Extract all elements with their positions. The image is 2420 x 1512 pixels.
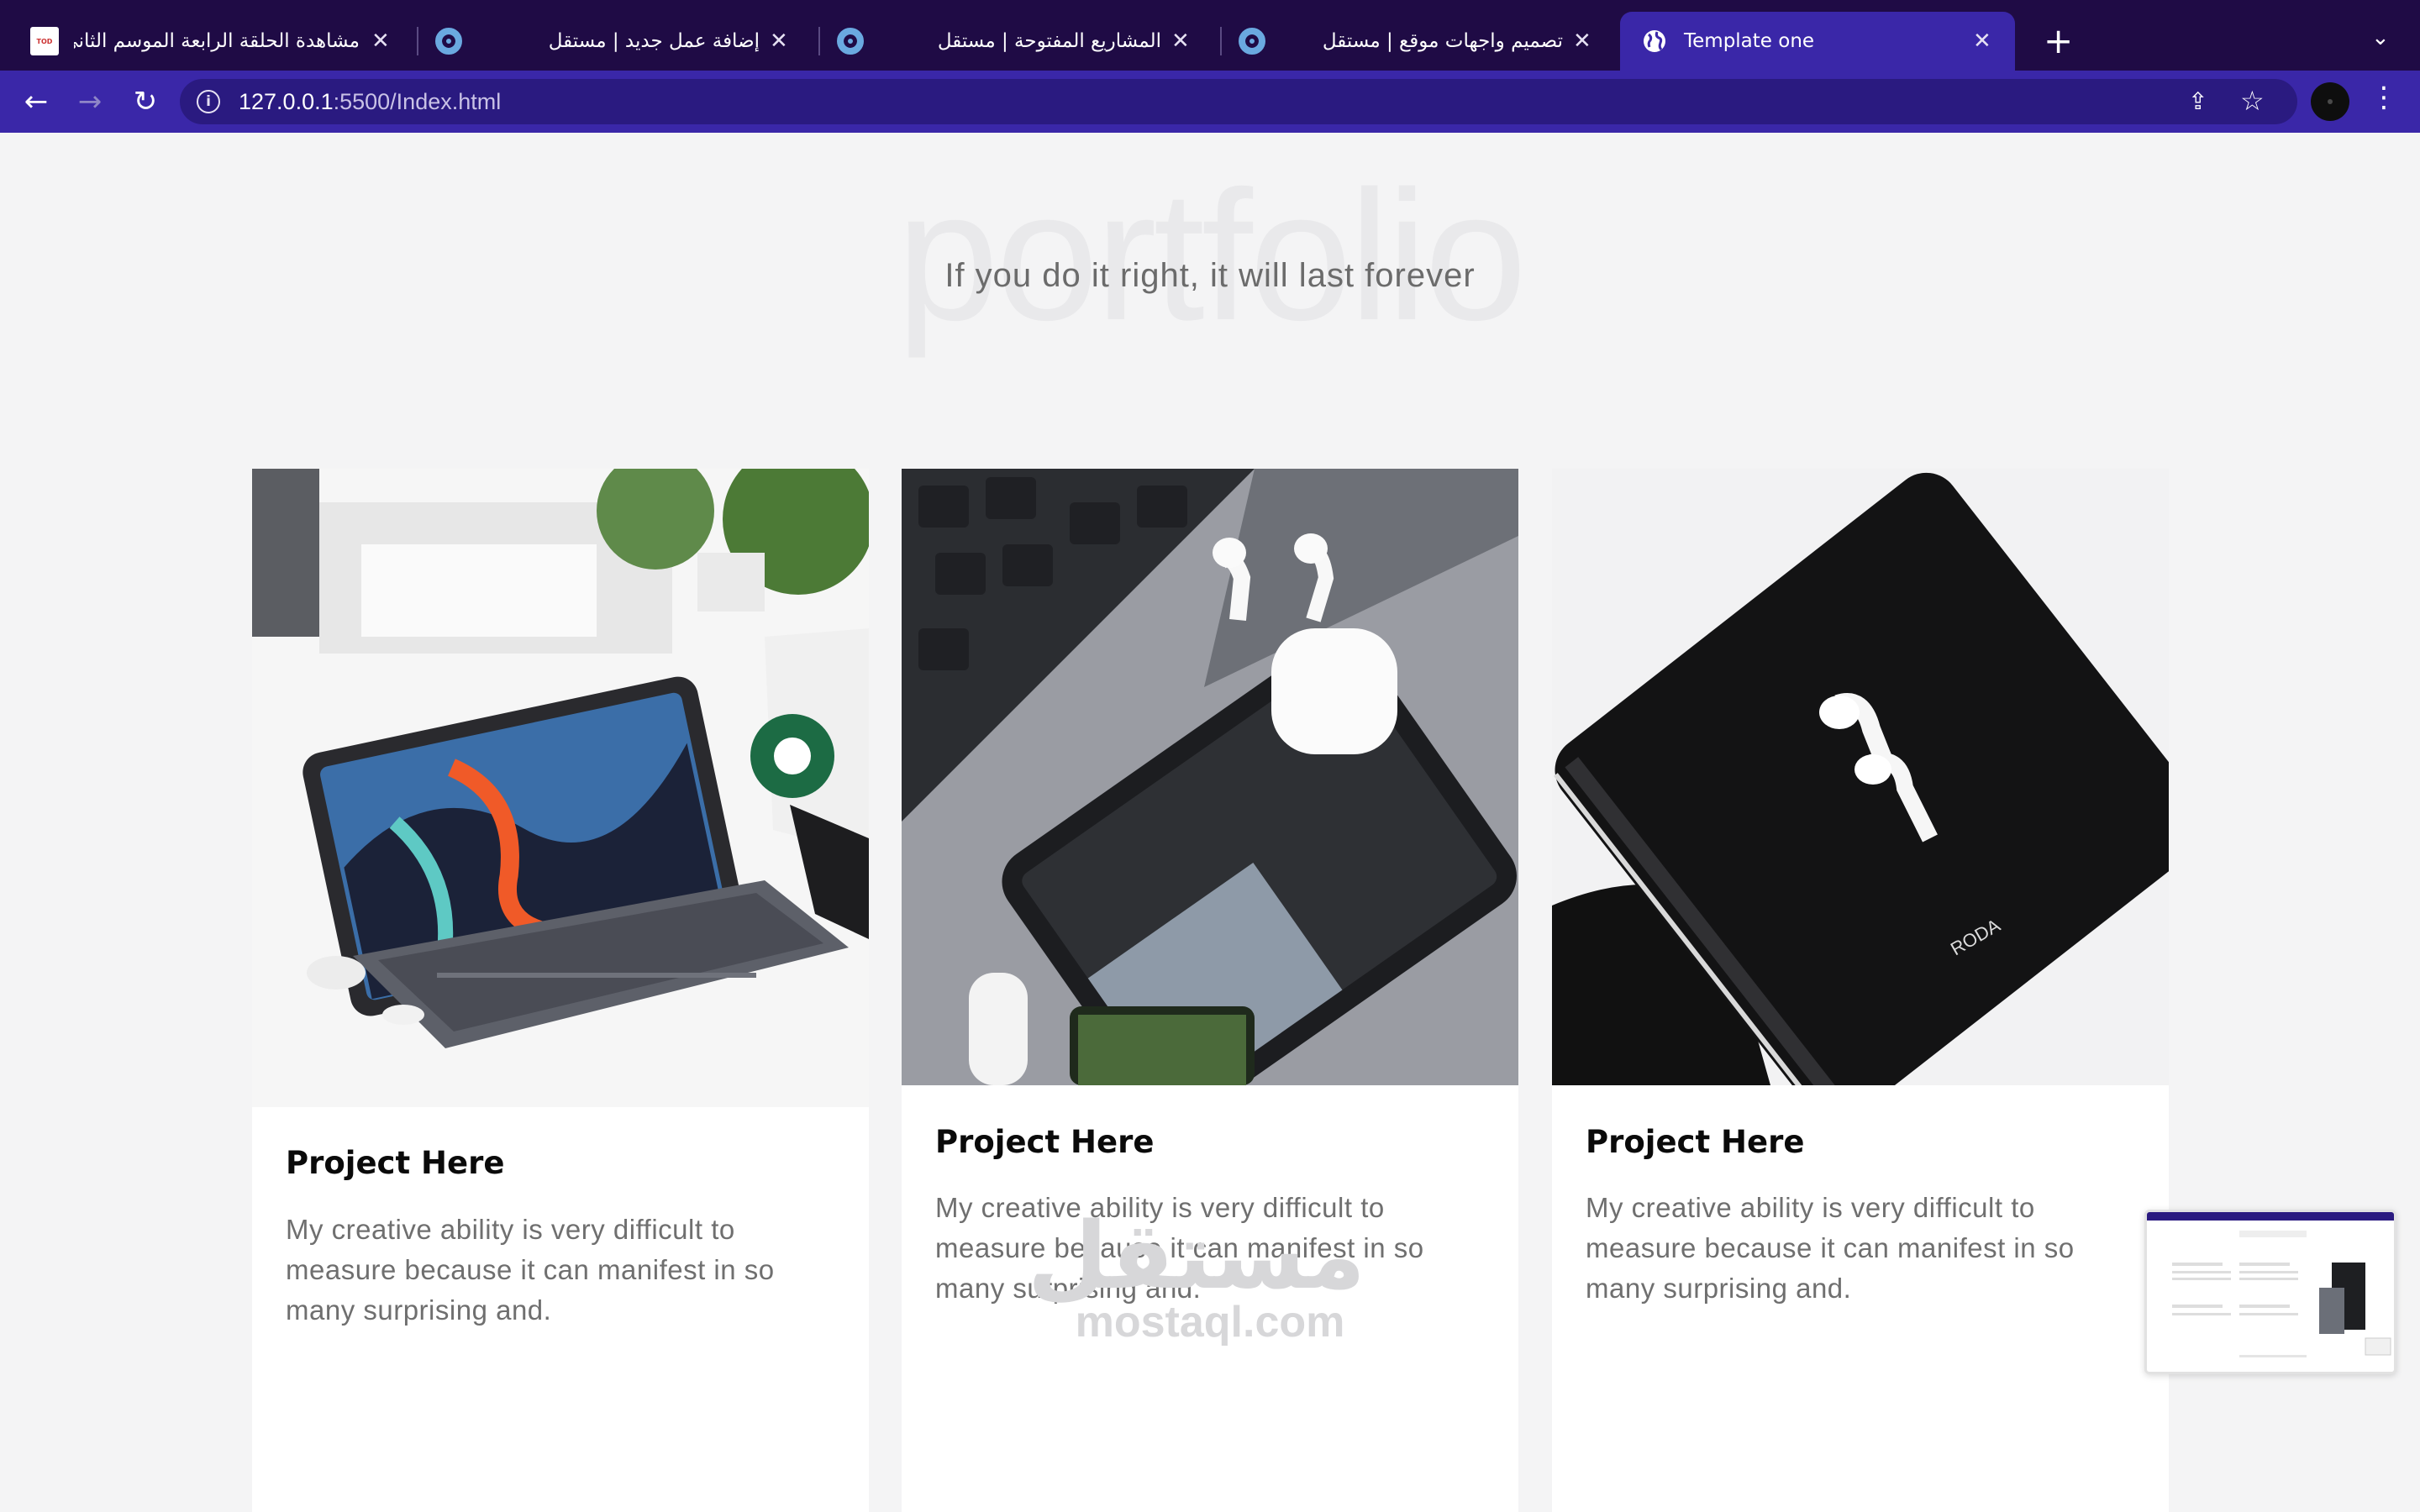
- tab-title: Template one: [1684, 30, 1815, 52]
- card-description: My creative ability is very difficult to…: [286, 1214, 775, 1326]
- tab-title: مشاهدة الحلقة الرابعة الموسم الثانى: [74, 30, 360, 52]
- browser-menu-icon[interactable]: ⋮: [2370, 81, 2398, 114]
- card-title: Project Here: [935, 1124, 1155, 1160]
- new-tab-icon[interactable]: +: [2044, 20, 2073, 62]
- section-subtitle: If you do it right, it will last forever: [944, 257, 1476, 294]
- tab-separator: [417, 27, 418, 55]
- keyboard-airpods-tablet-photo: [902, 469, 1518, 1085]
- browser-tab-bar: TOD مشاهدة الحلقة الرابعة الموسم الثانى …: [0, 0, 2420, 71]
- project-card[interactable]: Project Here My creative ability is very…: [252, 469, 869, 1512]
- url-path: :5500/Index.html: [333, 89, 502, 114]
- browser-toolbar: ← → ↻ i 127.0.0.1:5500/Index.html ⇪ ☆ ⋮: [0, 71, 2420, 133]
- mostaql-favicon-icon: [837, 28, 864, 55]
- tab-separator: [818, 27, 820, 55]
- mostaql-favicon-icon: [435, 28, 462, 55]
- project-card[interactable]: Project Here My creative ability is very…: [902, 469, 1518, 1512]
- browser-tab[interactable]: إضافة عمل جديد | مستقل ✕: [435, 12, 805, 71]
- card-description: My creative ability is very difficult to…: [1586, 1192, 2075, 1304]
- reload-icon[interactable]: ↻: [126, 82, 165, 121]
- globe-icon: [1644, 30, 1665, 52]
- close-tab-icon[interactable]: ✕: [1573, 29, 1591, 54]
- forward-arrow-icon[interactable]: →: [71, 82, 109, 121]
- project-card[interactable]: RODA Project Here My creative ability is…: [1552, 469, 2169, 1512]
- mostaql-favicon-icon: [1239, 28, 1265, 55]
- page-preview-thumbnail[interactable]: [2144, 1210, 2396, 1374]
- address-bar[interactable]: i 127.0.0.1:5500/Index.html ⇪ ☆: [180, 79, 2297, 124]
- card-title: Project Here: [1586, 1124, 1805, 1160]
- notebook-airpods-photo: RODA: [1552, 469, 2169, 1085]
- close-tab-icon[interactable]: ✕: [371, 29, 390, 54]
- tab-title: المشاريع المفتوحة | مستقل: [937, 30, 1161, 52]
- card-title: Project Here: [286, 1145, 505, 1181]
- site-info-icon[interactable]: i: [197, 90, 220, 113]
- browser-tab[interactable]: المشاريع المفتوحة | مستقل ✕: [837, 12, 1207, 71]
- portfolio-section: portfolio If you do it right, it will la…: [0, 133, 2420, 1512]
- site-favicon-icon: TOD: [30, 27, 59, 55]
- mostaql-watermark: مستقل mostaql.com: [1027, 1202, 1365, 1347]
- browser-tab[interactable]: TOD مشاهدة الحلقة الرابعة الموسم الثانى …: [30, 12, 400, 71]
- url-text[interactable]: 127.0.0.1:5500/Index.html: [239, 89, 501, 115]
- url-host: 127.0.0.1: [239, 89, 334, 114]
- tab-title: تصميم واجهات موقع | مستقل: [1322, 30, 1563, 52]
- close-tab-icon[interactable]: ✕: [1973, 29, 1991, 54]
- share-icon[interactable]: ⇪: [2188, 87, 2207, 115]
- ipad-keyboard-photo: [252, 469, 869, 1107]
- close-tab-icon[interactable]: ✕: [770, 29, 788, 54]
- browser-tab[interactable]: تصميم واجهات موقع | مستقل ✕: [1239, 12, 1608, 71]
- active-browser-tab[interactable]: Template one ✕: [1620, 12, 2015, 71]
- bookmark-star-icon[interactable]: ☆: [2240, 85, 2265, 117]
- tab-title: إضافة عمل جديد | مستقل: [548, 30, 760, 52]
- profile-avatar[interactable]: [2311, 82, 2349, 121]
- close-tab-icon[interactable]: ✕: [1171, 29, 1190, 54]
- watermark-latin: mostaql.com: [1075, 1298, 1345, 1347]
- tab-search-chevron-icon[interactable]: ⌄: [2371, 25, 2390, 50]
- tab-separator: [1220, 27, 1222, 55]
- background-heading: portfolio: [896, 152, 1528, 359]
- watermark-arabic: مستقل: [1027, 1202, 1365, 1310]
- back-arrow-icon[interactable]: ←: [17, 82, 55, 121]
